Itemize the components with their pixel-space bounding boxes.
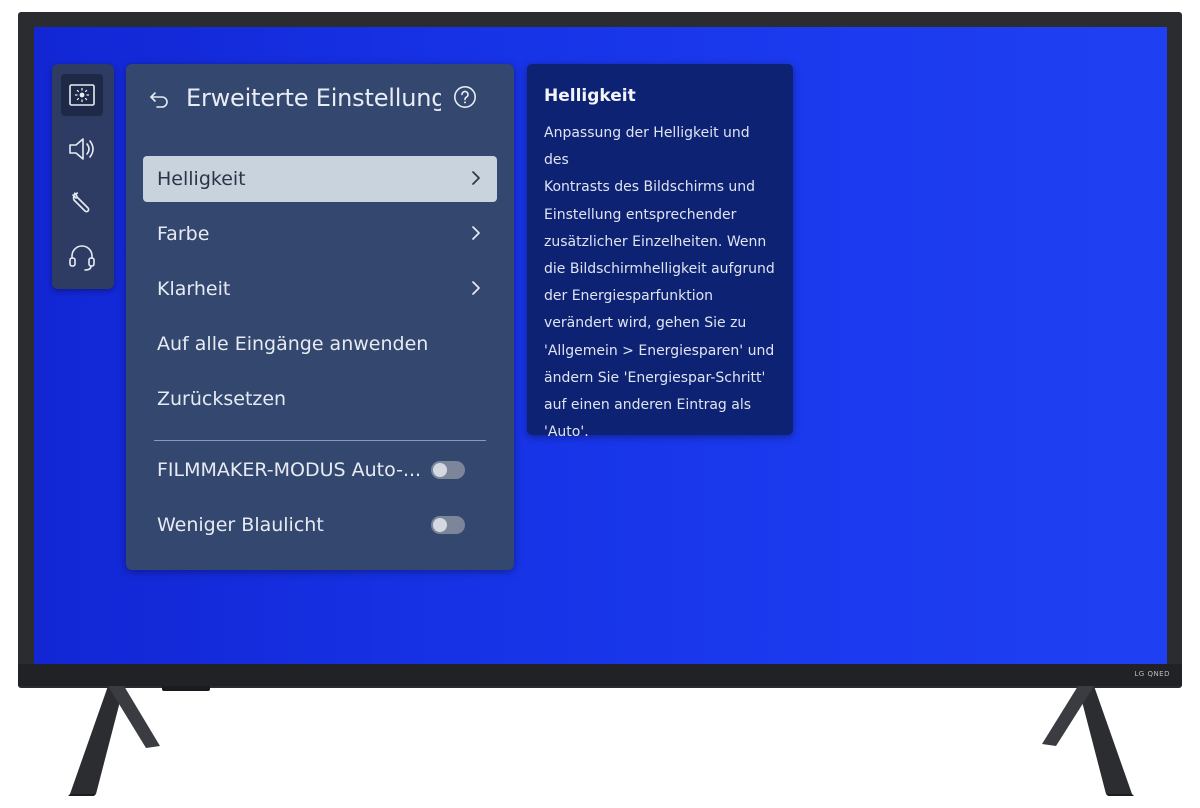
help-text-line: ändern Sie 'Energiespar-Schritt' <box>544 369 766 386</box>
help-text-line: Kontrasts des Bildschirms und <box>544 179 756 196</box>
tv-brand-label: LG QNED <box>1134 670 1170 678</box>
help-text-line: Anpassung der Helligkeit und des <box>544 125 750 169</box>
back-arrow-icon[interactable] <box>148 88 170 110</box>
help-text: Anpassung der Helligkeit und des Kontras… <box>544 120 775 446</box>
filmmaker-toggle[interactable] <box>431 461 465 479</box>
chevron-right-icon <box>472 281 480 295</box>
chevron-right-icon <box>472 226 480 240</box>
menu-item-label: Farbe <box>157 223 210 245</box>
tv-stand-right <box>1036 686 1136 796</box>
menu-item-reset[interactable]: Zurücksetzen <box>143 376 497 422</box>
menu-item-helligkeit[interactable]: Helligkeit <box>143 156 497 202</box>
blue-light-toggle[interactable] <box>431 516 465 534</box>
toggle-label: FILMMAKER-MODUS Auto-... <box>157 459 422 481</box>
help-text-line: der Energiesparfunktion <box>544 288 714 305</box>
menu-item-label: Auf alle Eingänge anwenden <box>157 333 429 355</box>
menu-item-farbe[interactable]: Farbe <box>143 211 497 257</box>
toggle-knob <box>433 518 447 532</box>
menu-item-apply-all-inputs[interactable]: Auf alle Eingänge anwenden <box>143 321 497 367</box>
rail-item-general[interactable] <box>61 182 103 224</box>
tv-bottom-bezel <box>18 664 1182 686</box>
help-text-line: die Bildschirmhelligkeit aufgrund <box>544 261 775 278</box>
help-text-line: 'Allgemein > Energiesparen' und <box>544 342 775 359</box>
menu-item-label: Klarheit <box>157 278 231 300</box>
help-description-panel: Helligkeit Anpassung der Helligkeit und … <box>527 64 793 440</box>
wrench-icon <box>72 192 90 213</box>
settings-category-rail <box>52 64 114 289</box>
menu-divider <box>154 440 486 441</box>
picture-settings-icon <box>69 84 95 106</box>
menu-item-label: Helligkeit <box>157 168 246 190</box>
tv-stand-left <box>66 686 166 796</box>
chevron-right-icon <box>472 171 480 185</box>
help-text-line: auf einen anderen Eintrag als <box>544 397 752 414</box>
toggle-label: Weniger Blaulicht <box>157 514 324 536</box>
help-text-line: Einstellung entsprechender <box>544 206 737 223</box>
help-text-line: zusätzlicher Einzelheiten. Wenn <box>544 233 767 250</box>
toggle-knob <box>433 463 447 477</box>
headset-icon <box>69 245 95 271</box>
help-icon[interactable] <box>453 85 477 109</box>
advanced-settings-panel: Erweiterte Einstellung Helligkeit Farbe … <box>126 64 514 570</box>
tv-screen: Erweiterte Einstellung Helligkeit Farbe … <box>34 27 1167 664</box>
help-text-line: 'Auto'. <box>544 424 589 441</box>
menu-item-label: Zurücksetzen <box>157 388 287 410</box>
menu-item-filmmaker-auto[interactable]: FILMMAKER-MODUS Auto-... <box>143 447 497 493</box>
rail-item-support[interactable] <box>61 236 103 278</box>
menu-item-klarheit[interactable]: Klarheit <box>143 266 497 312</box>
rail-item-sound[interactable] <box>61 128 103 170</box>
tv-sensor <box>162 686 210 691</box>
menu-item-less-blue-light[interactable]: Weniger Blaulicht <box>143 502 497 548</box>
help-title: Helligkeit <box>544 86 636 106</box>
speaker-icon <box>69 138 94 160</box>
rail-item-picture[interactable] <box>61 74 103 116</box>
page-title: Erweiterte Einstellung <box>186 84 441 112</box>
help-text-line: verändert wird, gehen Sie zu <box>544 315 747 332</box>
